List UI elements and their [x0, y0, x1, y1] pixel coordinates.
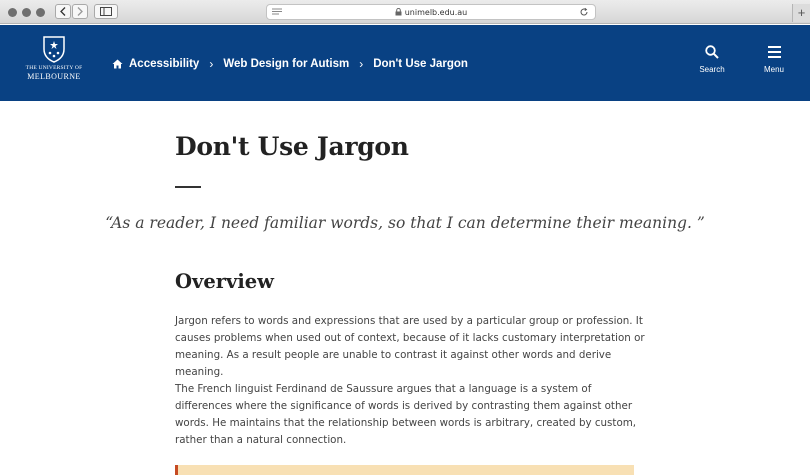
- forward-button[interactable]: [72, 4, 88, 19]
- chevron-right-icon: ›: [359, 57, 364, 71]
- title-divider: [175, 186, 201, 188]
- chevron-left-icon: [60, 7, 66, 16]
- address-bar[interactable]: unimelb.edu.au: [266, 4, 596, 20]
- breadcrumb-item-accessibility[interactable]: Accessibility: [129, 58, 199, 70]
- search-button[interactable]: Search: [692, 45, 732, 74]
- hamburger-menu-icon: [767, 46, 781, 58]
- close-window-button[interactable]: [8, 8, 17, 17]
- overview-paragraph-1: Jargon refers to words and expressions t…: [175, 315, 645, 378]
- breadcrumb-item-web-design-for-autism[interactable]: Web Design for Autism: [223, 58, 349, 70]
- search-label: Search: [699, 65, 725, 74]
- breadcrumb-item-current[interactable]: Don't Use Jargon: [373, 58, 468, 70]
- chevron-right-icon: [77, 7, 83, 16]
- search-icon: [705, 45, 719, 59]
- lock-icon: [395, 8, 402, 16]
- menu-button[interactable]: Menu: [754, 45, 794, 74]
- callout-accent-bar: [175, 465, 178, 475]
- back-button[interactable]: [55, 4, 71, 19]
- minimize-window-button[interactable]: [22, 8, 31, 17]
- menu-label: Menu: [763, 65, 784, 74]
- user-story-quote: “As a reader, I need familiar words, so …: [105, 214, 705, 232]
- logo-line-2: MELBOURNE: [27, 72, 81, 81]
- page-title: Don't Use Jargon: [175, 132, 409, 161]
- callout-box: [175, 465, 634, 475]
- zoom-window-button[interactable]: [36, 8, 45, 17]
- browser-toolbar: unimelb.edu.au +: [0, 0, 810, 24]
- logo-line-1: THE UNIVERSITY OF: [25, 65, 83, 71]
- new-tab-button[interactable]: +: [792, 4, 810, 22]
- breadcrumb: Accessibility › Web Design for Autism › …: [112, 57, 468, 71]
- overview-paragraph-2: The French linguist Ferdinand de Saussur…: [175, 383, 637, 446]
- site-header: THE UNIVERSITY OF MELBOURNE Accessibilit…: [0, 25, 810, 101]
- university-logo[interactable]: THE UNIVERSITY OF MELBOURNE: [24, 35, 84, 93]
- crest-icon: [43, 36, 65, 63]
- sidebar-toggle-button[interactable]: [94, 4, 118, 19]
- overview-heading: Overview: [175, 270, 274, 293]
- sidebar-icon: [100, 7, 112, 16]
- home-icon[interactable]: [112, 59, 123, 69]
- chevron-right-icon: ›: [209, 57, 214, 71]
- url-text: unimelb.edu.au: [404, 8, 468, 17]
- reload-icon[interactable]: [579, 7, 589, 17]
